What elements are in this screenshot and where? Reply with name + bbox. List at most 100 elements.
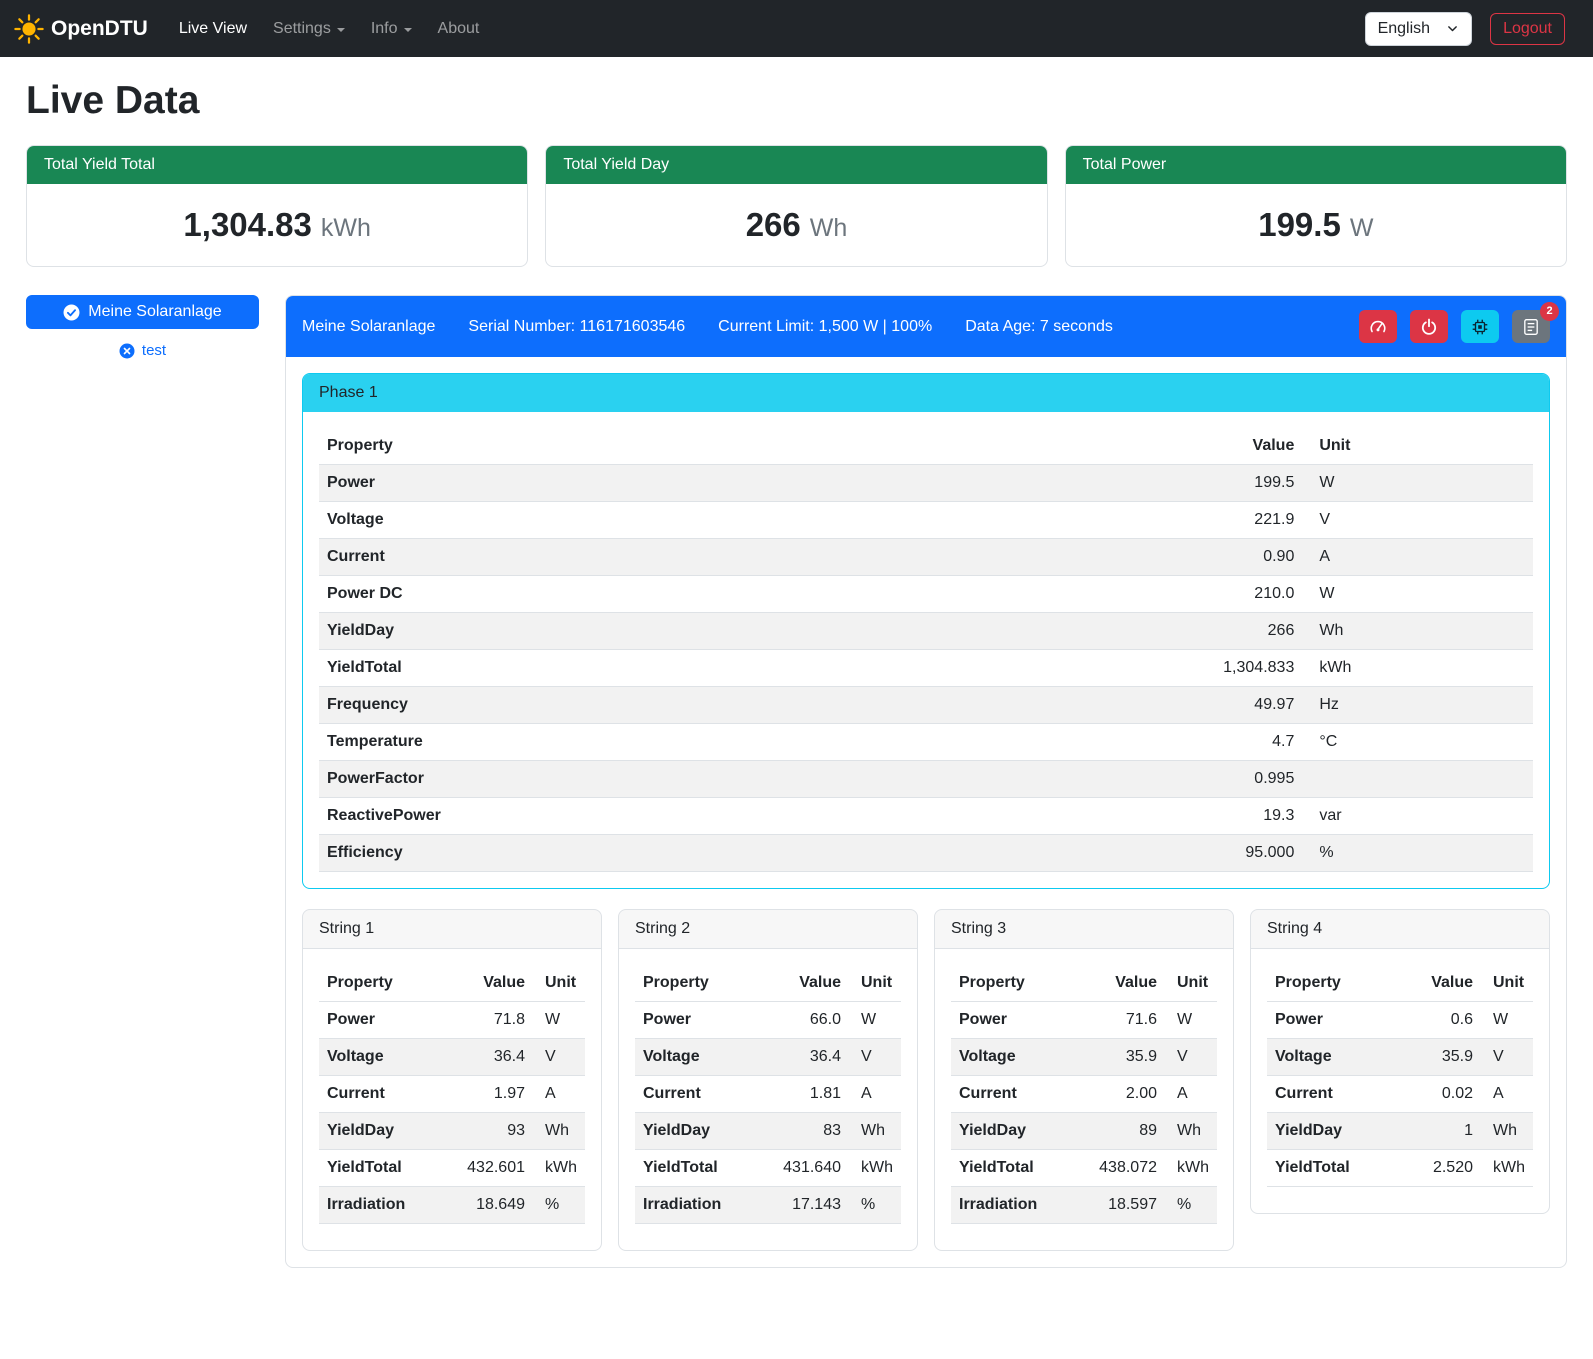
power-settings-button[interactable] [1410, 310, 1448, 343]
summary-card-title: Total Power [1066, 146, 1566, 184]
nav-settings-label: Settings [273, 20, 331, 38]
summary-card-body: 266Wh [546, 184, 1046, 266]
property-value: 18.649 [439, 1187, 533, 1224]
string-table: Property Value Unit Power66.0WVoltage36.… [635, 965, 901, 1224]
limit-settings-button[interactable] [1359, 310, 1397, 343]
property-value: 0.6 [1398, 1002, 1481, 1039]
summary-card-body: 1,304.83kWh [27, 184, 527, 266]
table-row: YieldTotal438.072kWh [951, 1150, 1217, 1187]
table-row: YieldDay89Wh [951, 1113, 1217, 1150]
property-unit: Wh [849, 1113, 901, 1150]
property-value: 2.520 [1398, 1150, 1481, 1187]
property-name: Power DC [319, 576, 907, 613]
property-unit: Hz [1302, 687, 1533, 724]
page-container: Live Data Total Yield Total 1,304.83kWh … [0, 57, 1593, 1294]
string-card-body: Property Value Unit Power71.6WVoltage35.… [935, 949, 1233, 1250]
property-value: 199.5 [907, 465, 1302, 502]
column-unit: Unit [1302, 428, 1533, 465]
property-unit: % [1165, 1187, 1217, 1224]
table-row: Power71.6W [951, 1002, 1217, 1039]
property-value: 1.97 [439, 1076, 533, 1113]
summary-card-title: Total Yield Day [546, 146, 1046, 184]
property-value: 49.97 [907, 687, 1302, 724]
property-name: Irradiation [319, 1187, 439, 1224]
property-name: Efficiency [319, 835, 907, 872]
inverter-card: Meine Solaranlage Serial Number: 1161716… [285, 295, 1567, 1268]
property-name: Voltage [319, 1039, 439, 1076]
property-value: 71.6 [1071, 1002, 1165, 1039]
summary-row: Total Yield Total 1,304.83kWh Total Yiel… [26, 145, 1567, 267]
property-name: YieldTotal [1267, 1150, 1398, 1187]
nav-settings[interactable]: Settings [260, 12, 358, 46]
column-property: Property [951, 965, 1071, 1002]
string-card-body: Property Value Unit Power0.6WVoltage35.9… [1251, 949, 1549, 1213]
property-value: 0.90 [907, 539, 1302, 576]
column-property: Property [319, 428, 907, 465]
property-unit: V [533, 1039, 585, 1076]
cpu-icon [1471, 318, 1489, 336]
nav-about[interactable]: About [425, 12, 493, 46]
nav-info[interactable]: Info [358, 12, 425, 46]
inverter-limit: Current Limit: 1,500 W | 100% [718, 318, 932, 336]
column-unit: Unit [1481, 965, 1533, 1002]
property-value: 1.81 [755, 1076, 849, 1113]
nav-live-view[interactable]: Live View [166, 12, 260, 46]
property-unit: W [533, 1002, 585, 1039]
property-unit [1302, 761, 1533, 798]
property-name: YieldTotal [319, 1150, 439, 1187]
navbar: OpenDTU Live View Settings Info About En… [0, 0, 1593, 57]
brand[interactable]: OpenDTU [14, 14, 148, 44]
summary-value: 1,304.83 [183, 206, 311, 243]
table-row: YieldTotal431.640kWh [635, 1150, 901, 1187]
property-unit: % [533, 1187, 585, 1224]
property-name: Irradiation [951, 1187, 1071, 1224]
table-row: Voltage221.9V [319, 502, 1533, 539]
table-row: YieldTotal1,304.833kWh [319, 650, 1533, 687]
property-value: 2.00 [1071, 1076, 1165, 1113]
language-select[interactable]: English [1365, 12, 1472, 46]
brand-label: OpenDTU [51, 17, 148, 41]
table-row: Voltage36.4V [319, 1039, 585, 1076]
inverter-data-age: Data Age: 7 seconds [965, 318, 1113, 336]
content-row: Meine Solaranlage test Meine Solaranlage… [26, 295, 1567, 1268]
table-row: Power DC210.0W [319, 576, 1533, 613]
property-unit: A [1302, 539, 1533, 576]
property-value: 438.072 [1071, 1150, 1165, 1187]
property-name: PowerFactor [319, 761, 907, 798]
inverter-select-button[interactable]: Meine Solaranlage [26, 295, 259, 329]
property-unit: A [849, 1076, 901, 1113]
property-unit: Wh [533, 1113, 585, 1150]
string-table: Property Value Unit Power71.8WVoltage36.… [319, 965, 585, 1224]
property-unit: Wh [1165, 1113, 1217, 1150]
property-value: 1 [1398, 1113, 1481, 1150]
property-unit: W [849, 1002, 901, 1039]
string-card-body: Property Value Unit Power71.8WVoltage36.… [303, 949, 601, 1250]
sidebar-tag-label: test [142, 342, 166, 359]
event-log-icon [1522, 318, 1540, 336]
property-value: 17.143 [755, 1187, 849, 1224]
gauge-icon [1369, 318, 1387, 336]
property-value: 221.9 [907, 502, 1302, 539]
table-row: ReactivePower19.3var [319, 798, 1533, 835]
event-log-button[interactable]: 2 [1512, 310, 1550, 343]
chevron-down-icon [1446, 22, 1459, 35]
check-circle-icon [63, 304, 80, 321]
table-row: Current2.00A [951, 1076, 1217, 1113]
column-property: Property [319, 965, 439, 1002]
property-name: YieldTotal [319, 650, 907, 687]
table-row: Current1.81A [635, 1076, 901, 1113]
property-name: Irradiation [635, 1187, 755, 1224]
x-circle-icon [119, 343, 135, 359]
sidebar-tag-test[interactable]: test [26, 342, 259, 359]
logout-button[interactable]: Logout [1490, 13, 1565, 45]
column-value: Value [1071, 965, 1165, 1002]
property-name: Power [951, 1002, 1071, 1039]
column-value: Value [1398, 965, 1481, 1002]
sun-icon [14, 14, 44, 44]
property-name: YieldDay [635, 1113, 755, 1150]
column-unit: Unit [533, 965, 585, 1002]
property-value: 1,304.833 [907, 650, 1302, 687]
column-value: Value [439, 965, 533, 1002]
property-unit: kWh [533, 1150, 585, 1187]
device-info-button[interactable] [1461, 310, 1499, 343]
